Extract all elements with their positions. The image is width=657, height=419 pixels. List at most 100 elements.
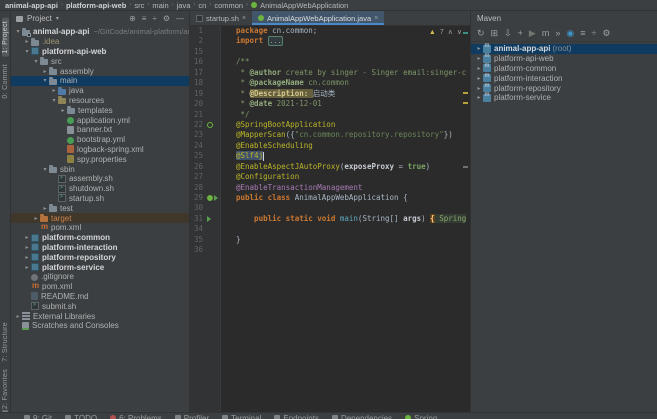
breadcrumb-item[interactable]: AnimalAppWebApplication xyxy=(260,1,348,10)
tree-row[interactable]: submit.sh xyxy=(11,301,189,311)
tree-row[interactable]: ▸External Libraries xyxy=(11,311,189,321)
tool-window-button[interactable]: Profiler xyxy=(175,414,209,419)
chevron-down-icon[interactable]: ▾ xyxy=(50,97,58,104)
tool-window-stripe-button[interactable]: 0: Commit xyxy=(2,64,9,99)
tool-window-button[interactable]: Endpoints xyxy=(274,414,319,419)
chevron-down-icon[interactable]: ▾ xyxy=(32,58,40,65)
chevron-right-icon[interactable]: ▸ xyxy=(23,254,31,261)
tree-row[interactable]: ▾resources xyxy=(11,96,189,106)
tree-row[interactable]: ▾animal-app-api~/GitCode/animal-platform… xyxy=(11,27,189,37)
breadcrumb-item[interactable]: common xyxy=(214,1,243,10)
chevron-right-icon[interactable]: ▸ xyxy=(50,87,58,94)
chevron-right-icon[interactable]: ▸ xyxy=(23,244,31,251)
close-icon[interactable]: × xyxy=(242,15,246,22)
tool-window-button[interactable]: Terminal xyxy=(222,414,261,419)
tool-window-button[interactable]: 9: Git xyxy=(24,414,52,419)
next-warning-icon[interactable]: ∨ xyxy=(457,28,462,36)
maven-tree-row[interactable]: ▸platform-interaction xyxy=(471,73,657,83)
tree-row[interactable]: pom.xml xyxy=(11,223,189,233)
tree-row[interactable]: spy.properties xyxy=(11,154,189,164)
tree-row[interactable]: ▸java xyxy=(11,86,189,96)
breadcrumb-item[interactable]: cn xyxy=(198,1,206,10)
tree-row[interactable]: ▾platform-api-web xyxy=(11,47,189,57)
chevron-down-icon[interactable]: ▾ xyxy=(14,28,22,35)
breadcrumb-item[interactable]: java xyxy=(177,1,191,10)
project-panel-title[interactable]: Project xyxy=(27,14,52,23)
tree-row[interactable]: ▸platform-service xyxy=(11,262,189,272)
skip-tests-icon[interactable]: » xyxy=(555,29,560,38)
tool-window-button[interactable]: TODO xyxy=(65,414,97,419)
chevron-down-icon[interactable]: ▾ xyxy=(56,15,59,22)
chevron-right-icon[interactable]: ▸ xyxy=(23,38,31,45)
code-editor[interactable]: 1package cn.common;2import ...1516/**17 … xyxy=(190,26,470,412)
tool-window-stripe-button[interactable]: 7: Structure xyxy=(2,322,9,362)
tool-window-button[interactable]: Dependencies xyxy=(332,414,392,419)
breadcrumb-item[interactable]: animal-app-api xyxy=(5,1,58,10)
inspection-widget[interactable]: ▲ 7 ∧ ∨ xyxy=(429,28,462,36)
generate-sources-icon[interactable]: ⊞ xyxy=(491,29,499,38)
tree-row[interactable]: ▾src xyxy=(11,56,189,66)
editor-tab[interactable]: startup.sh× xyxy=(190,11,252,25)
tree-row[interactable]: ▸templates xyxy=(11,105,189,115)
tree-row[interactable]: ▾main xyxy=(11,76,189,86)
chevron-right-icon[interactable]: ▸ xyxy=(59,107,67,114)
chevron-down-icon[interactable]: ▾ xyxy=(41,77,49,84)
chevron-right-icon[interactable]: ▸ xyxy=(475,65,483,72)
tree-row[interactable]: ▸assembly xyxy=(11,66,189,76)
tree-row[interactable]: ▾sbin xyxy=(11,164,189,174)
tree-row[interactable]: README.md xyxy=(11,292,189,302)
maven-tree-row[interactable]: ▸animal-app-api(root) xyxy=(471,44,657,54)
add-icon[interactable]: + xyxy=(518,29,523,38)
tool-window-button[interactable]: 6: Problems xyxy=(110,414,162,419)
chevron-right-icon[interactable]: ▸ xyxy=(475,55,483,62)
tree-row[interactable]: banner.txt xyxy=(11,125,189,135)
chevron-down-icon[interactable]: ▾ xyxy=(41,166,49,173)
run-icon[interactable]: ▶ xyxy=(529,29,536,38)
breadcrumb-item[interactable]: platform-api-web xyxy=(66,1,126,10)
chevron-right-icon[interactable]: ▸ xyxy=(41,68,49,75)
tool-window-stripe-button[interactable]: 2: Favorites xyxy=(2,369,9,409)
editor-tab[interactable]: AnimalAppWebApplication.java× xyxy=(252,11,384,25)
tree-row[interactable]: ▸platform-repository xyxy=(11,252,189,262)
tree-row[interactable]: startup.sh xyxy=(11,194,189,204)
breadcrumb-item[interactable]: main xyxy=(152,1,168,10)
hide-icon[interactable]: — xyxy=(176,15,184,23)
tree-row[interactable]: bootstrap.yml xyxy=(11,135,189,145)
maven-tree-row[interactable]: ▸platform-service xyxy=(471,93,657,103)
expand-all-icon[interactable]: ≡ xyxy=(142,15,147,23)
tree-row[interactable]: Scratches and Consoles xyxy=(11,321,189,331)
chevron-right-icon[interactable]: ▸ xyxy=(475,85,483,92)
settings-icon[interactable]: ⚙ xyxy=(163,15,170,23)
collapse-all-icon[interactable]: ÷ xyxy=(152,15,156,23)
maven-tree-row[interactable]: ▸platform-api-web xyxy=(471,54,657,64)
wrench-icon[interactable]: ⚙ xyxy=(602,29,610,38)
tree-row[interactable]: application.yml xyxy=(11,115,189,125)
close-icon[interactable]: × xyxy=(374,15,378,22)
breadcrumb-item[interactable]: src xyxy=(134,1,144,10)
chevron-right-icon[interactable]: ▸ xyxy=(475,94,483,101)
tree-row[interactable]: assembly.sh xyxy=(11,174,189,184)
chevron-right-icon[interactable]: ▸ xyxy=(23,264,31,271)
locate-icon[interactable]: ⊕ xyxy=(129,15,136,23)
chevron-right-icon[interactable]: ▸ xyxy=(41,205,49,212)
show-deps-icon[interactable]: ≡ xyxy=(580,29,585,38)
chevron-down-icon[interactable]: ▾ xyxy=(23,48,31,55)
tool-window-stripe-button[interactable]: 1: Project xyxy=(2,18,9,57)
maven-tree-row[interactable]: ▸platform-repository xyxy=(471,83,657,93)
collapse-all-icon[interactable]: ÷ xyxy=(591,29,596,38)
chevron-right-icon[interactable]: ▸ xyxy=(475,75,483,82)
maven-goal-icon[interactable]: m xyxy=(542,29,550,38)
tree-row[interactable]: ▸test xyxy=(11,203,189,213)
tree-row[interactable]: ▸platform-common xyxy=(11,233,189,243)
tree-row[interactable]: ▸platform-interaction xyxy=(11,243,189,253)
tree-row[interactable]: logback-spring.xml xyxy=(11,145,189,155)
maven-tree-row[interactable]: ▸platform-common xyxy=(471,64,657,74)
run-icon[interactable] xyxy=(214,195,218,201)
refresh-icon[interactable]: ↻ xyxy=(477,29,485,38)
tree-row[interactable]: pom.xml xyxy=(11,282,189,292)
tree-row[interactable]: ▸.idea xyxy=(11,37,189,47)
chevron-right-icon[interactable]: ▸ xyxy=(475,45,483,52)
chevron-right-icon[interactable]: ▸ xyxy=(14,313,22,320)
prev-warning-icon[interactable]: ∧ xyxy=(448,28,453,36)
tree-row[interactable]: ▸target xyxy=(11,213,189,223)
